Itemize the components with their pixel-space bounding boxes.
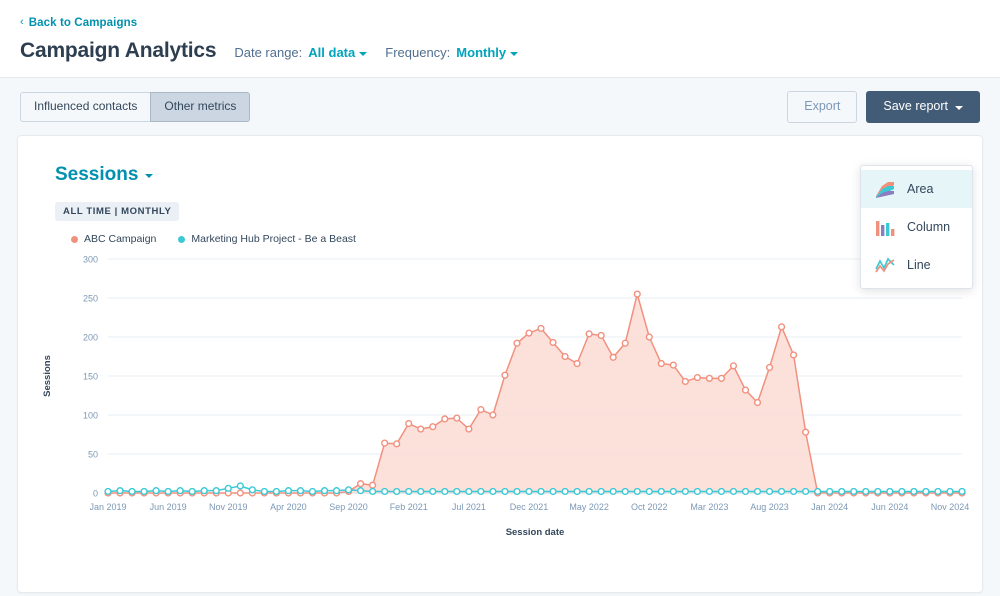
date-range-dropdown[interactable]: All data (308, 45, 367, 60)
style-menu-label: Line (907, 258, 931, 272)
svg-text:100: 100 (83, 411, 98, 421)
legend-color-swatch (178, 236, 185, 243)
line-chart-icon (874, 255, 896, 275)
svg-text:Mar 2023: Mar 2023 (690, 502, 728, 512)
legend-label: Marketing Hub Project - Be a Beast (191, 233, 356, 245)
chevron-down-icon (359, 52, 367, 56)
toolbar: Influenced contacts Other metrics Export… (0, 78, 1000, 135)
svg-text:Oct 2022: Oct 2022 (631, 502, 668, 512)
card-header: Sessions Style: Area (18, 136, 982, 186)
title-row: Campaign Analytics Date range: All data … (20, 39, 980, 63)
style-dropdown-menu: Area Column Line (860, 165, 973, 289)
svg-text:May 2022: May 2022 (569, 502, 609, 512)
svg-text:Sep 2020: Sep 2020 (329, 502, 368, 512)
area-chart-icon (874, 179, 896, 199)
frequency-control: Frequency: Monthly (385, 45, 518, 60)
frequency-value: Monthly (456, 45, 506, 60)
svg-text:Sessions: Sessions (42, 355, 53, 397)
svg-text:Jan 2024: Jan 2024 (811, 502, 848, 512)
page-title: Campaign Analytics (20, 39, 216, 63)
date-range-label: Date range: (234, 45, 302, 60)
tab-other-metrics[interactable]: Other metrics (150, 92, 250, 121)
toolbar-actions: Export Save report (787, 91, 980, 123)
svg-text:Nov 2019: Nov 2019 (209, 502, 248, 512)
style-menu-item-column[interactable]: Column (861, 208, 972, 246)
svg-text:Apr 2020: Apr 2020 (270, 502, 307, 512)
svg-text:Dec 2021: Dec 2021 (510, 502, 549, 512)
svg-text:Jun 2024: Jun 2024 (871, 502, 908, 512)
style-menu-label: Area (907, 182, 933, 196)
svg-text:Jul 2021: Jul 2021 (452, 502, 486, 512)
chevron-down-icon (955, 106, 963, 110)
legend-color-swatch (71, 236, 78, 243)
style-menu-item-line[interactable]: Line (861, 246, 972, 284)
svg-text:0: 0 (93, 489, 98, 499)
date-range-control: Date range: All data (234, 45, 367, 60)
svg-text:200: 200 (83, 333, 98, 343)
svg-text:250: 250 (83, 294, 98, 304)
legend-label: ABC Campaign (84, 233, 156, 245)
metric-title-dropdown[interactable]: Sessions (55, 164, 153, 186)
chart-legend: ABC Campaign Marketing Hub Project - Be … (71, 233, 982, 245)
svg-text:50: 50 (88, 450, 98, 460)
svg-text:Nov 2024: Nov 2024 (931, 502, 970, 512)
page-header: ‹ Back to Campaigns Campaign Analytics D… (0, 0, 1000, 78)
svg-text:Aug 2023: Aug 2023 (750, 502, 789, 512)
style-menu-label: Column (907, 220, 950, 234)
style-menu-item-area[interactable]: Area (861, 170, 972, 208)
back-to-campaigns-link[interactable]: ‹ Back to Campaigns (20, 17, 137, 29)
save-report-button[interactable]: Save report (866, 91, 980, 123)
svg-text:Jan 2019: Jan 2019 (89, 502, 126, 512)
svg-text:Feb 2021: Feb 2021 (390, 502, 428, 512)
date-range-value: All data (308, 45, 355, 60)
back-link-label: Back to Campaigns (29, 17, 137, 29)
tab-influenced-contacts[interactable]: Influenced contacts (20, 92, 150, 121)
frequency-dropdown[interactable]: Monthly (456, 45, 518, 60)
legend-item-abc-campaign[interactable]: ABC Campaign (71, 233, 156, 245)
chart-container: 0 50 100 150 200 250 300 Jan 2019 Jun 2019 Nov 20… (18, 251, 982, 541)
analytics-card: Sessions Style: Area ALL TIME | MONTHLY … (17, 135, 983, 593)
chevron-left-icon: ‹ (20, 17, 24, 28)
svg-text:Jun 2019: Jun 2019 (150, 502, 187, 512)
time-range-badge: ALL TIME | MONTHLY (55, 202, 179, 221)
legend-item-marketing-hub-project[interactable]: Marketing Hub Project - Be a Beast (178, 233, 356, 245)
save-report-label: Save report (883, 99, 948, 114)
svg-text:150: 150 (83, 372, 98, 382)
metric-tabs: Influenced contacts Other metrics (20, 92, 250, 121)
column-chart-icon (874, 217, 896, 237)
chevron-down-icon (510, 52, 518, 56)
sessions-area-chart[interactable]: 0 50 100 150 200 250 300 Jan 2019 Jun 2019 Nov 20… (30, 251, 980, 541)
svg-text:Session date: Session date (506, 527, 565, 538)
svg-text:300: 300 (83, 255, 98, 265)
export-button[interactable]: Export (787, 91, 857, 123)
metric-title-label: Sessions (55, 164, 138, 186)
frequency-label: Frequency: (385, 45, 450, 60)
chevron-down-icon (145, 174, 153, 178)
